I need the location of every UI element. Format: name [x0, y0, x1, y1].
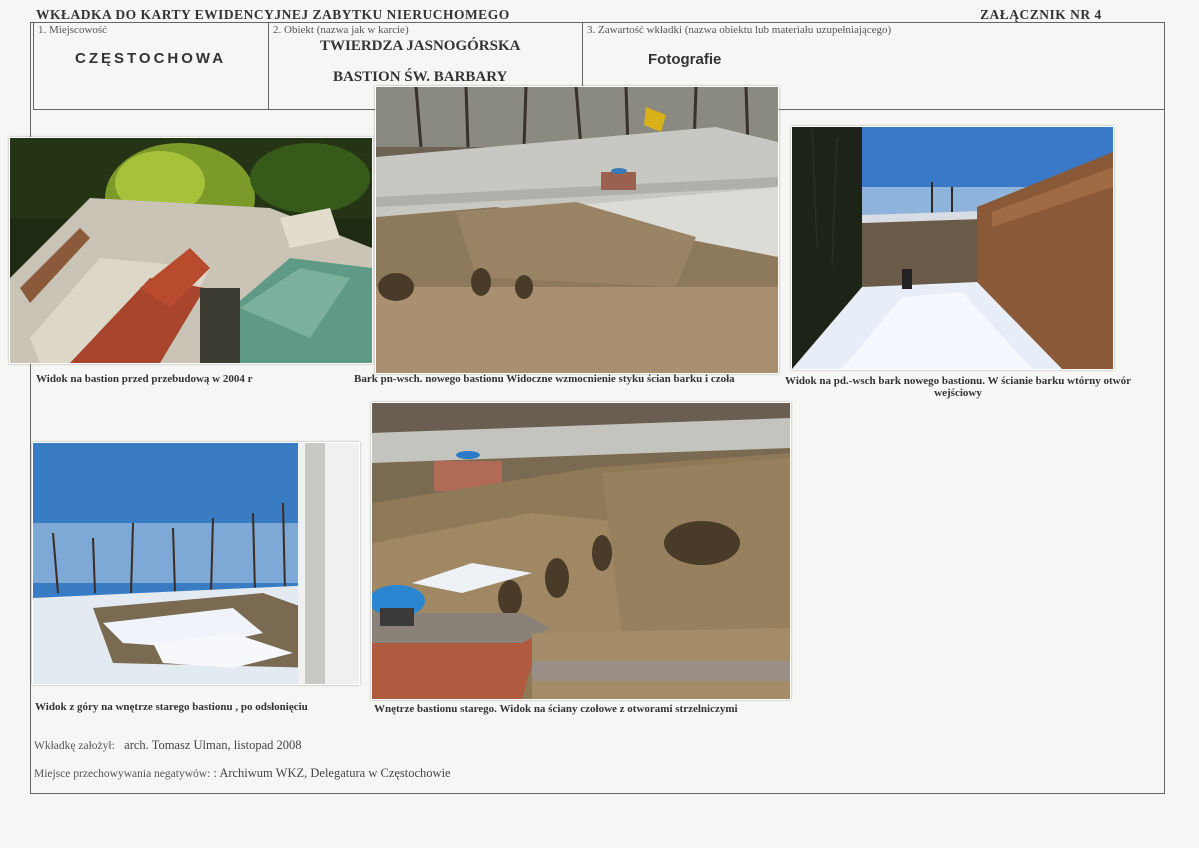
caption-photo-4: Widok z góry na wnętrze starego bastionu… — [35, 701, 308, 713]
caption-photo-1: Widok na bastion przed przebudową w 2004… — [36, 373, 253, 385]
locality-label: 1. Miejscowość — [38, 24, 108, 36]
photo-embrasures — [371, 402, 791, 700]
caption-photo-5: Wnętrze bastionu starego. Widok na ścian… — [374, 703, 738, 715]
photo-snow-wall — [791, 126, 1114, 370]
cell-divider-left — [33, 22, 34, 109]
object-name-line2: BASTION ŚW. BARBARY — [333, 69, 508, 85]
content-value: Fotografie — [648, 51, 722, 68]
object-label: 2. Obiekt (nazwa jak w karcie) — [273, 24, 409, 36]
locality-value: CZĘSTOCHOWA — [75, 50, 227, 67]
caption-photo-2: Bark pn-wsch. nowego bastionu Widoczne w… — [354, 373, 735, 385]
annex-number: ZAŁĄCZNIK NR 4 — [980, 7, 1102, 22]
storage-value: : Archiwum WKZ, Delegatura w Częstochowi… — [213, 766, 451, 780]
author-value: arch. Tomasz Ulman, listopad 2008 — [124, 738, 302, 752]
author-label: Wkładkę założył: — [34, 740, 115, 752]
content-label: 3. Zawartość wkładki (nazwa obiektu lub … — [587, 24, 892, 36]
cell-divider-1 — [268, 22, 269, 109]
caption-photo-3-line1: Widok na pd.-wsch bark nowego bastionu. … — [785, 375, 1131, 387]
caption-photo-3-line2: wejściowy — [934, 387, 982, 399]
storage-line: Miejsce przechowywania negatywów: : Arch… — [34, 766, 451, 781]
caption-photo-3: Widok na pd.-wsch bark nowego bastionu. … — [777, 375, 1139, 399]
photo-aerial-bastion — [9, 137, 373, 364]
photo-stone-ruins — [375, 86, 779, 374]
author-line: Wkładkę założył: arch. Tomasz Ulman, lis… — [34, 738, 302, 753]
document-title: WKŁADKA DO KARTY EWIDENCYJNEJ ZABYTKU NI… — [36, 7, 510, 22]
object-name-line1: TWIERDZA JASNOGÓRSKA — [320, 38, 521, 54]
storage-label: Miejsce przechowywania negatywów: — [34, 768, 211, 780]
photo-snow-excavation — [32, 442, 360, 685]
